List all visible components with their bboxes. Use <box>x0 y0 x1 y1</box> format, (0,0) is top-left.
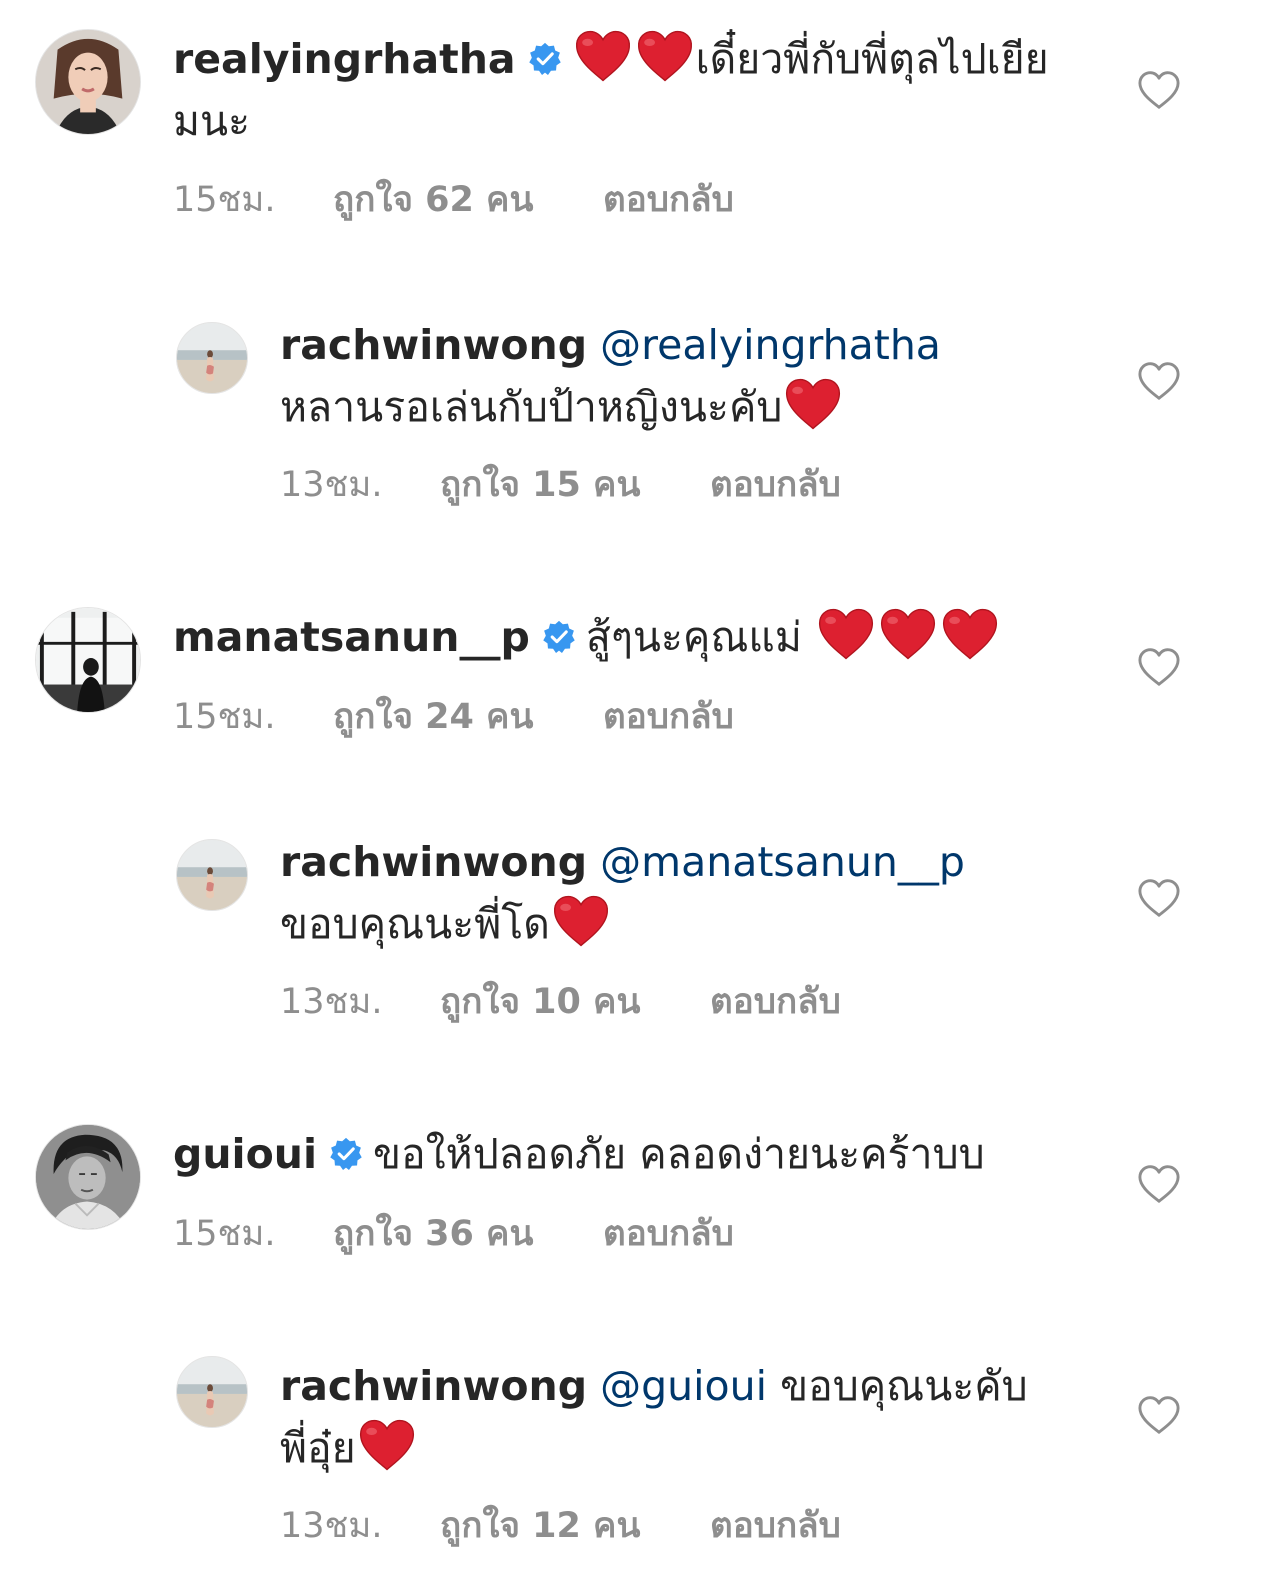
comment-timestamp: 15ชม. <box>173 1214 276 1254</box>
beach-avatar <box>177 840 247 910</box>
reply-button[interactable]: ตอบกลับ <box>710 980 841 1024</box>
comment-meta: 15ชม. ถูกใจ 62 คน ตอบกลับ <box>173 178 734 222</box>
mention-link[interactable]: @guioui <box>600 1362 767 1410</box>
verified-badge-icon <box>528 42 562 76</box>
comment-body: rachwinwong @manatsanun__p ขอบคุณนะพี่โด <box>280 831 1100 955</box>
avatar[interactable] <box>176 1356 248 1428</box>
like-count[interactable]: ถูกใจ 12 คน <box>440 1504 710 1548</box>
comment-timestamp: 13ชม. <box>280 1506 383 1546</box>
username[interactable]: rachwinwong <box>280 838 587 886</box>
username[interactable]: realyingrhatha <box>173 35 516 83</box>
comment-meta: 13ชม. ถูกใจ 10 คน ตอบกลับ <box>280 980 841 1024</box>
red-heart-emoji <box>941 607 999 661</box>
reply-button[interactable]: ตอบกลับ <box>603 178 734 222</box>
red-heart-emoji <box>552 894 610 948</box>
comment-body: manatsanun__p สู้ๆนะคุณแม่ <box>173 606 1073 668</box>
heart-outline-icon[interactable] <box>1137 1164 1181 1204</box>
comment-timestamp: 13ชม. <box>280 465 383 505</box>
red-heart-emoji <box>358 1418 416 1472</box>
comment-meta: 15ชม. ถูกใจ 36 คน ตอบกลับ <box>173 1212 734 1256</box>
like-count[interactable]: ถูกใจ 15 คน <box>440 463 710 507</box>
mention-link[interactable]: @realyingrhatha <box>600 321 941 369</box>
red-heart-emoji <box>636 29 694 83</box>
username[interactable]: manatsanun__p <box>173 613 530 661</box>
like-count[interactable]: ถูกใจ 36 คน <box>333 1212 603 1256</box>
comment-text: สู้ๆนะคุณแม่ <box>585 613 802 661</box>
verified-badge-icon <box>329 1137 363 1171</box>
comment-body: rachwinwong @realyingrhatha หลานรอเล่นกั… <box>280 314 1100 438</box>
heart-outline-icon[interactable] <box>1137 647 1181 687</box>
verified-badge-icon <box>542 620 576 654</box>
heart-outline-icon[interactable] <box>1137 1395 1181 1435</box>
comment-text: พี่อุ๋ย <box>280 1424 356 1472</box>
comment-timestamp: 15ชม. <box>173 697 276 737</box>
comment-body: rachwinwong @guioui ขอบคุณนะคับ พี่อุ๋ย <box>280 1355 1100 1479</box>
window-silhouette-avatar <box>36 608 140 712</box>
username[interactable]: rachwinwong <box>280 321 587 369</box>
comment-text: ขอบคุณนะคับ <box>780 1362 1028 1410</box>
red-heart-emoji <box>784 377 842 431</box>
comment-text: ขอให้ปลอดภัย คลอดง่ายนะคร้าบบ <box>373 1130 985 1178</box>
username[interactable]: guioui <box>173 1130 317 1178</box>
comment-body: guioui ขอให้ปลอดภัย คลอดง่ายนะคร้าบบ <box>173 1123 1073 1185</box>
username[interactable]: rachwinwong <box>280 1362 587 1410</box>
comment-text: หลานรอเล่นกับป้าหญิงนะคับ <box>280 383 783 431</box>
heart-outline-icon[interactable] <box>1137 70 1181 110</box>
red-heart-emoji <box>817 607 875 661</box>
woman-portrait-avatar <box>36 30 140 134</box>
avatar[interactable] <box>176 839 248 911</box>
comment-body: realyingrhatha เดี๋ยวพี่กับพี่ตุลไปเยียมน… <box>173 28 1073 152</box>
red-heart-emoji <box>574 29 632 83</box>
like-count[interactable]: ถูกใจ 24 คน <box>333 695 603 739</box>
comment-thread: realyingrhatha เดี๋ยวพี่กับพี่ตุลไปเยียมน… <box>0 0 1262 1591</box>
avatar[interactable] <box>176 322 248 394</box>
comment-text: ขอบคุณนะพี่โด <box>280 900 550 948</box>
bw-portrait-avatar <box>36 1125 140 1229</box>
beach-avatar <box>177 1357 247 1427</box>
comment-meta: 15ชม. ถูกใจ 24 คน ตอบกลับ <box>173 695 734 739</box>
heart-outline-icon[interactable] <box>1137 361 1181 401</box>
avatar[interactable] <box>35 1124 141 1230</box>
comment-meta: 13ชม. ถูกใจ 12 คน ตอบกลับ <box>280 1504 841 1548</box>
reply-button[interactable]: ตอบกลับ <box>710 463 841 507</box>
like-count[interactable]: ถูกใจ 10 คน <box>440 980 710 1024</box>
avatar[interactable] <box>35 29 141 135</box>
comment-timestamp: 13ชม. <box>280 982 383 1022</box>
reply-button[interactable]: ตอบกลับ <box>603 1212 734 1256</box>
like-count[interactable]: ถูกใจ 62 คน <box>333 178 603 222</box>
heart-outline-icon[interactable] <box>1137 878 1181 918</box>
reply-button[interactable]: ตอบกลับ <box>603 695 734 739</box>
avatar[interactable] <box>35 607 141 713</box>
comment-meta: 13ชม. ถูกใจ 15 คน ตอบกลับ <box>280 463 841 507</box>
reply-button[interactable]: ตอบกลับ <box>710 1504 841 1548</box>
red-heart-emoji <box>879 607 937 661</box>
comment-timestamp: 15ชม. <box>173 180 276 220</box>
mention-link[interactable]: @manatsanun__p <box>600 838 965 886</box>
beach-avatar <box>177 323 247 393</box>
